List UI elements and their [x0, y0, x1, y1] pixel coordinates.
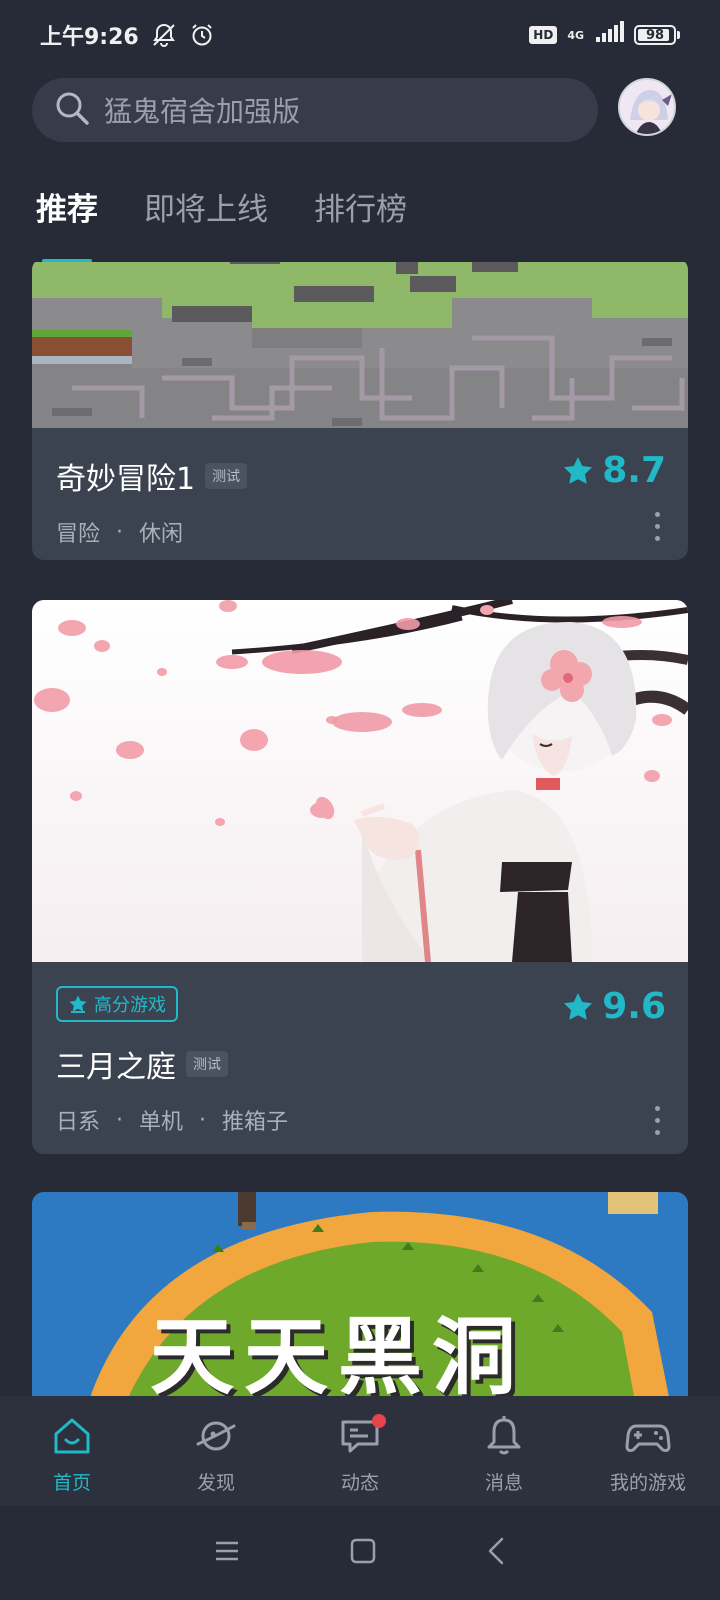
game-title: 三月之庭: [56, 1050, 176, 1085]
category-label: 日系: [56, 1110, 101, 1135]
alarm-icon: [189, 22, 215, 48]
game-categories: 冒险 · 休闲: [56, 516, 664, 548]
test-tag: 测试: [186, 1051, 228, 1077]
nav-label: 消息: [484, 1472, 523, 1494]
cover-title: 天天黑洞: [150, 1308, 527, 1396]
system-navigation: [0, 1506, 720, 1600]
search-icon: [54, 90, 90, 130]
avatar[interactable]: [618, 78, 676, 136]
home-icon: [50, 1414, 94, 1458]
nav-messages[interactable]: 消息: [432, 1396, 576, 1506]
battery-icon: 98: [634, 25, 680, 45]
hd-voice-icon: HD: [529, 26, 558, 44]
category-label: 冒险: [56, 522, 101, 547]
bell-icon: [482, 1414, 526, 1458]
network-type: 4G: [567, 28, 584, 42]
nav-label: 首页: [52, 1472, 91, 1494]
menu-icon[interactable]: [214, 1539, 240, 1567]
category-label: 单机: [139, 1110, 184, 1135]
search-placeholder: 猛鬼宿舍加强版: [104, 95, 301, 128]
signal-icon: [594, 21, 624, 49]
top-tabs: 推荐 即将上线 排行榜: [36, 184, 407, 263]
category-label: 休闲: [139, 522, 184, 547]
notifications-muted-icon: [151, 22, 177, 48]
nav-my-games[interactable]: 我的游戏: [576, 1396, 720, 1506]
search-bar[interactable]: 猛鬼宿舍加强版: [32, 78, 598, 142]
game-feed[interactable]: 奇妙冒险1 测试 冒险 · 休闲 8.7 高分游戏 三月之庭 测试 日系 · 单…: [32, 262, 688, 1396]
tab-recommended[interactable]: 推荐: [36, 184, 98, 263]
game-card[interactable]: 奇妙冒险1 测试 冒险 · 休闲 8.7: [32, 262, 688, 560]
clock: 上午9:26: [40, 25, 139, 50]
game-cover-image: [32, 600, 688, 962]
high-score-label: 高分游戏: [94, 995, 166, 1016]
star-icon: [564, 456, 593, 484]
game-categories: 日系 · 单机 · 推箱子: [56, 1104, 664, 1136]
chat-icon: [338, 1414, 386, 1458]
bottom-navigation: 首页 发现 动态 消息 我的游戏: [0, 1396, 720, 1506]
more-options-button[interactable]: [655, 1106, 660, 1135]
tab-upcoming[interactable]: 即将上线: [144, 184, 268, 229]
star-icon: [564, 992, 593, 1020]
test-tag: 测试: [205, 463, 248, 489]
game-title: 奇妙冒险1: [56, 462, 196, 497]
gamepad-icon: [625, 1414, 671, 1458]
nav-feed[interactable]: 动态: [288, 1396, 432, 1506]
game-card[interactable]: 天天黑洞: [32, 1192, 688, 1396]
battery-level: 98: [645, 27, 665, 43]
rating-value: 9.6: [602, 986, 666, 1027]
game-card[interactable]: 高分游戏 三月之庭 测试 日系 · 单机 · 推箱子 9.6: [32, 600, 688, 1154]
nav-label: 发现: [196, 1472, 235, 1494]
tab-rankings[interactable]: 排行榜: [314, 184, 407, 229]
nav-discover[interactable]: 发现: [144, 1396, 288, 1506]
planet-icon: [194, 1414, 238, 1458]
rating: 9.6: [562, 986, 666, 1027]
rating: 8.7: [562, 450, 666, 491]
more-options-button[interactable]: [655, 512, 660, 541]
home-square-icon[interactable]: [350, 1538, 376, 1568]
rating-value: 8.7: [602, 450, 666, 491]
game-cover-image: [32, 262, 688, 428]
star-badge-icon: [69, 995, 87, 1013]
unread-dot: [372, 1414, 386, 1428]
category-label: 推箱子: [222, 1110, 289, 1135]
back-icon[interactable]: [486, 1537, 506, 1569]
high-score-badge: 高分游戏: [56, 986, 178, 1022]
nav-home[interactable]: 首页: [0, 1396, 144, 1506]
status-bar: 上午9:26 HD 4G 98: [0, 0, 720, 70]
nav-label: 我的游戏: [609, 1472, 686, 1494]
nav-label: 动态: [340, 1472, 379, 1494]
